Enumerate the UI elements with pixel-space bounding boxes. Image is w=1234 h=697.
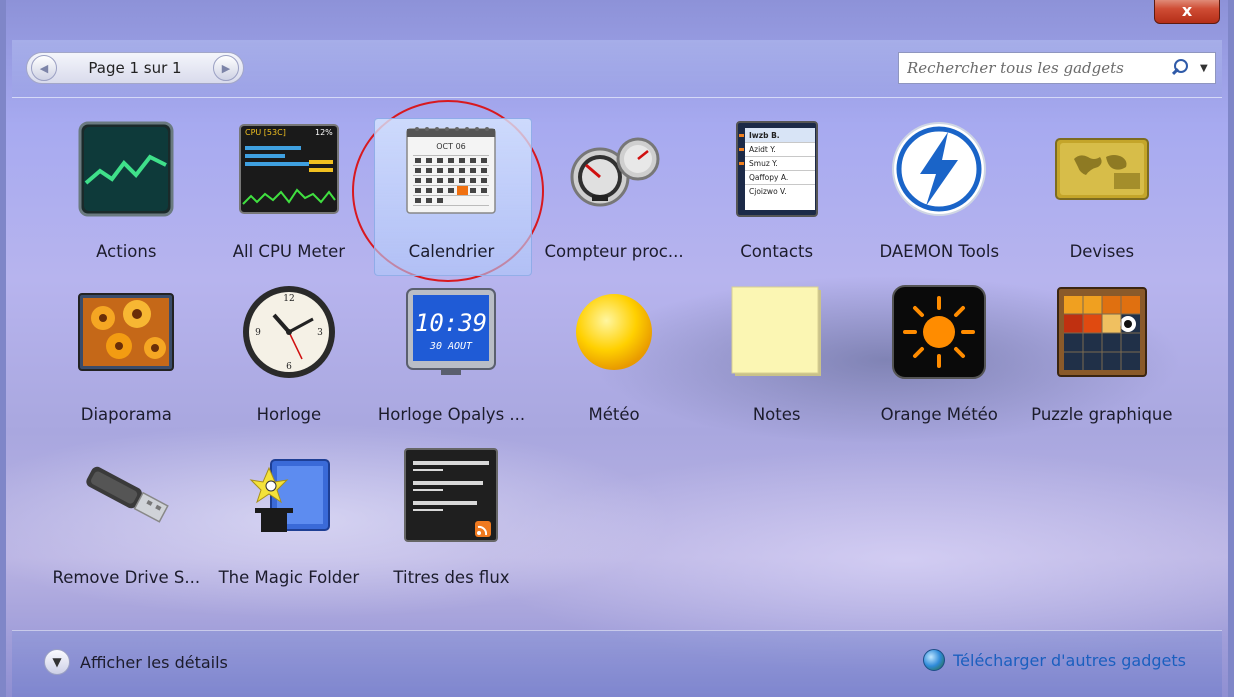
svg-text:6: 6 bbox=[286, 362, 292, 372]
svg-text:Qaffopy A.: Qaffopy A. bbox=[749, 173, 788, 182]
slideshow-icon bbox=[78, 293, 175, 371]
search-input[interactable] bbox=[907, 59, 1162, 77]
download-more-gadgets-link[interactable]: Télécharger d'autres gadgets bbox=[923, 649, 1186, 671]
gadget-label: Météo bbox=[588, 405, 640, 424]
gadget-horloge-opalys[interactable]: 10:39 30 AOUT Horloge Opalys ... bbox=[370, 275, 533, 438]
cpu-meter-icon: CPU [53C] 12% bbox=[238, 124, 339, 214]
toolbar: ◀ Page 1 sur 1 ▶ ▼ bbox=[12, 40, 1222, 98]
gadget-label: Orange Météo bbox=[880, 405, 998, 424]
search-box: ▼ bbox=[898, 52, 1216, 84]
arrow-right-icon: ▶ bbox=[221, 61, 231, 75]
download-more-gadgets-label: Télécharger d'autres gadgets bbox=[953, 650, 1186, 670]
search-dropdown-button[interactable]: ▼ bbox=[1200, 63, 1208, 74]
magic-folder-icon bbox=[249, 459, 330, 532]
gadget-contacts[interactable]: Iwzb B. Azidt Y. Smuz Y. Qaffopy A. Cjoi… bbox=[695, 112, 858, 275]
details-bar: ▼ Afficher les détails Télécharger d'aut… bbox=[12, 630, 1222, 697]
gadget-label: Remove Drive S... bbox=[52, 568, 201, 587]
globe-icon bbox=[923, 649, 946, 671]
gadget-compteur-processeur[interactable]: Compteur proc... bbox=[533, 112, 696, 275]
svg-text:3: 3 bbox=[317, 328, 323, 338]
close-icon: x bbox=[1181, 0, 1193, 20]
gadget-meteo[interactable]: Météo bbox=[533, 275, 696, 438]
usb-drive-icon bbox=[86, 466, 170, 523]
svg-text:Iwzb B.: Iwzb B. bbox=[749, 131, 780, 140]
gadget-label: Calendrier bbox=[408, 242, 495, 261]
gadget-label: Horloge Opalys ... bbox=[377, 405, 526, 424]
show-details-toggle[interactable]: ▼ Afficher les détails bbox=[44, 649, 228, 675]
gadget-label: The Magic Folder bbox=[218, 568, 360, 587]
cpu-gauge-icon bbox=[570, 137, 660, 207]
gadget-label: Titres des flux bbox=[393, 568, 510, 587]
gadget-the-magic-folder[interactable]: The Magic Folder bbox=[208, 438, 371, 601]
gadget-label: Diaporama bbox=[80, 405, 172, 424]
close-button[interactable]: x bbox=[1154, 0, 1220, 24]
feed-headlines-icon bbox=[404, 448, 499, 542]
orange-weather-icon bbox=[892, 285, 987, 379]
stock-chart-icon bbox=[78, 121, 174, 217]
pager: ◀ Page 1 sur 1 ▶ bbox=[26, 52, 244, 84]
arrow-left-icon: ◀ bbox=[39, 61, 49, 75]
sun-icon bbox=[576, 294, 653, 370]
gadget-label: Actions bbox=[96, 242, 157, 261]
gadget-label: All CPU Meter bbox=[232, 242, 346, 261]
svg-text:CPU [53C]: CPU [53C] bbox=[245, 128, 286, 137]
gadget-label: Devises bbox=[1069, 242, 1135, 261]
svg-text:10:39: 10:39 bbox=[415, 309, 487, 337]
svg-text:Azidt Y.: Azidt Y. bbox=[749, 145, 776, 154]
page-indicator: Page 1 sur 1 bbox=[88, 59, 182, 77]
currency-card-icon bbox=[1054, 138, 1149, 200]
svg-text:9: 9 bbox=[255, 328, 261, 338]
search-icon[interactable] bbox=[1170, 58, 1190, 78]
clock-icon: 12 3 6 9 bbox=[242, 286, 335, 378]
gadget-label: Contacts bbox=[740, 242, 814, 261]
gadget-titres-des-flux[interactable]: Titres des flux bbox=[370, 438, 533, 601]
gadget-horloge[interactable]: 12 3 6 9 Horloge bbox=[208, 275, 371, 438]
puzzle-icon bbox=[1056, 287, 1147, 377]
daemon-tools-icon bbox=[892, 122, 987, 216]
digital-clock-icon: 10:39 30 AOUT bbox=[406, 288, 497, 375]
gadget-calendrier[interactable]: OCT 06 Calendrier bbox=[370, 112, 533, 276]
gadget-label: DAEMON Tools bbox=[879, 242, 1000, 261]
svg-text:Cjoizwo V.: Cjoizwo V. bbox=[749, 187, 787, 196]
next-page-button[interactable]: ▶ bbox=[212, 55, 239, 81]
gadget-devises[interactable]: Devises bbox=[1021, 112, 1184, 275]
contacts-icon: Iwzb B. Azidt Y. Smuz Y. Qaffopy A. Cjoi… bbox=[735, 121, 818, 217]
calendar-icon: OCT 06 bbox=[406, 127, 497, 214]
gadget-grid: Actions CPU [53C] 12% All CPU Meter OCT … bbox=[45, 112, 1205, 601]
gadget-puzzle-graphique[interactable]: Puzzle graphique bbox=[1021, 275, 1184, 438]
svg-text:OCT 06: OCT 06 bbox=[437, 142, 467, 151]
gadget-gallery-window: x ◀ Page 1 sur 1 ▶ ▼ bbox=[0, 0, 1234, 697]
show-details-label: Afficher les détails bbox=[80, 652, 228, 672]
gadget-remove-drive-safely[interactable]: Remove Drive S... bbox=[45, 438, 208, 601]
gadget-notes[interactable]: Notes bbox=[695, 275, 858, 438]
previous-page-button[interactable]: ◀ bbox=[31, 55, 57, 81]
sticky-note-icon bbox=[731, 286, 821, 376]
gadget-all-cpu-meter[interactable]: CPU [53C] 12% All CPU Meter bbox=[208, 112, 371, 275]
gadget-diaporama[interactable]: Diaporama bbox=[45, 275, 208, 438]
gadget-label: Horloge bbox=[256, 405, 322, 424]
gadget-label: Compteur proc... bbox=[544, 242, 684, 261]
svg-text:Smuz Y.: Smuz Y. bbox=[749, 159, 778, 168]
svg-text:30 AOUT: 30 AOUT bbox=[429, 341, 473, 352]
gadget-actions[interactable]: Actions bbox=[45, 112, 208, 275]
svg-text:12%: 12% bbox=[315, 128, 333, 137]
gadget-label: Puzzle graphique bbox=[1031, 405, 1173, 424]
svg-text:12: 12 bbox=[283, 294, 294, 304]
gadget-label: Notes bbox=[752, 405, 801, 424]
gadget-daemon-tools[interactable]: DAEMON Tools bbox=[858, 112, 1021, 275]
chevron-down-icon: ▼ bbox=[44, 649, 70, 675]
gadget-orange-meteo[interactable]: Orange Météo bbox=[858, 275, 1021, 438]
